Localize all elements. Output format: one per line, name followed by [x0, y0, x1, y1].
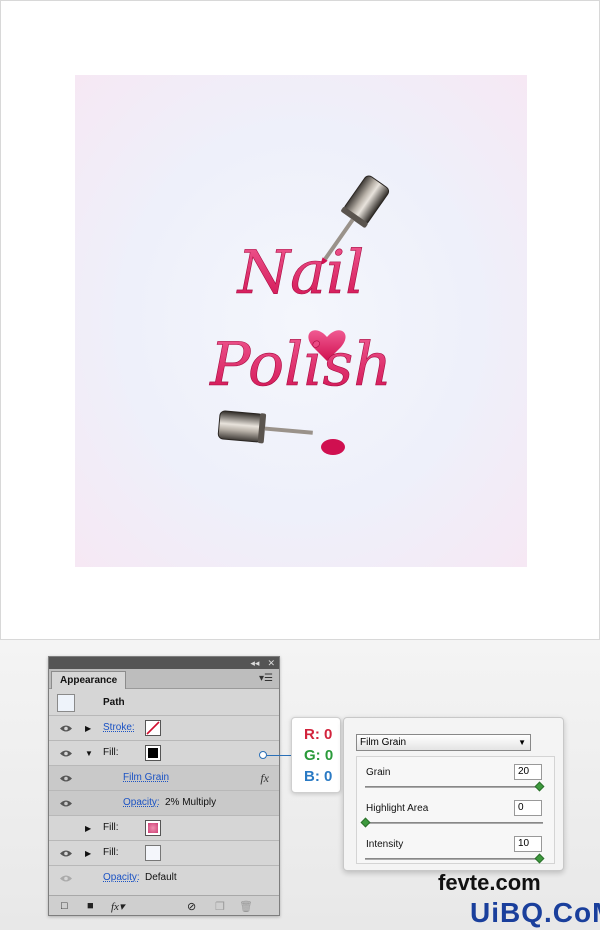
highlight-area-label: Highlight Area: [366, 803, 429, 814]
eye-icon[interactable]: [59, 724, 73, 733]
filter-dropdown[interactable]: Film Grain ▼: [356, 734, 531, 751]
duplicate-item-icon[interactable]: ❐: [215, 900, 225, 913]
expand-triangle-icon[interactable]: ▶: [85, 724, 91, 733]
bottom-brush: [217, 410, 313, 444]
fill-swatch-black[interactable]: [145, 745, 161, 761]
add-stroke-icon[interactable]: □: [61, 900, 68, 912]
opacity-label[interactable]: Opacity:: [103, 872, 140, 883]
expand-triangle-icon[interactable]: ▶: [85, 849, 91, 858]
artwork-line-2: Polish: [209, 330, 392, 400]
intensity-label: Intensity: [366, 839, 404, 850]
rgb-red: R: 0: [304, 726, 333, 743]
grain-label: Grain: [366, 767, 391, 778]
highlight-area-input[interactable]: 0: [514, 800, 542, 816]
watermark-fevte: fevte.com: [438, 870, 541, 895]
intensity-slider-track[interactable]: [365, 858, 543, 860]
watermark-uibq: UiBQ.CoM: [470, 897, 600, 928]
rgb-callout: R: 0 G: 0 B: 0: [291, 717, 341, 793]
polish-drip: [321, 439, 345, 455]
rgb-green: G: 0: [304, 747, 334, 764]
eye-icon[interactable]: [59, 799, 73, 808]
close-icon[interactable]: ✕: [267, 658, 275, 669]
row-stroke[interactable]: ▶ Stroke:: [49, 716, 279, 741]
fill-label: Fill:: [103, 847, 119, 858]
panel-titlebar: ◂◂ ✕: [49, 657, 279, 669]
collapse-triangle-icon[interactable]: ▼: [85, 749, 93, 758]
intensity-slider-thumb[interactable]: [534, 853, 545, 864]
fill-label: Fill:: [103, 747, 119, 758]
artboard: Nail Polish: [75, 75, 527, 567]
connector-line: [267, 755, 292, 756]
panel-footer: □ ■ fx▾ ⊘ ❐ 🗑: [49, 895, 279, 915]
collapse-icon[interactable]: ◂◂: [250, 658, 259, 669]
fill-swatch-pink[interactable]: [145, 820, 161, 836]
grain-slider-track[interactable]: [365, 786, 543, 788]
film-grain-options: Grain 20 Highlight Area 0 Intensity 10: [356, 756, 555, 864]
tab-appearance[interactable]: Appearance: [51, 671, 127, 689]
artwork-area: Nail Polish: [0, 0, 600, 640]
add-fill-icon[interactable]: ■: [87, 900, 94, 912]
fill-swatch-white[interactable]: [145, 845, 161, 861]
film-grain-dialog: Film Grain ▼ Grain 20 Highlight Area 0 I…: [343, 717, 564, 871]
intensity-input[interactable]: 10: [514, 836, 542, 852]
filter-dropdown-value: Film Grain: [360, 737, 407, 748]
highlight-area-slider-track[interactable]: [365, 822, 543, 824]
grain-slider-thumb[interactable]: [534, 781, 545, 792]
none-swatch-icon: [146, 721, 160, 735]
stroke-label[interactable]: Stroke:: [103, 722, 135, 733]
row-path[interactable]: Path: [49, 691, 279, 716]
eye-icon[interactable]: [59, 874, 73, 883]
fill-label: Fill:: [103, 822, 119, 833]
highlight-area-slider-thumb[interactable]: [360, 817, 371, 828]
fx-icon[interactable]: fx: [260, 771, 269, 786]
grain-input[interactable]: 20: [514, 764, 542, 780]
nail-polish-artwork: Nail Polish: [209, 175, 392, 455]
opacity-label[interactable]: Opacity:: [123, 797, 160, 808]
path-thumbnail: [57, 694, 75, 712]
row-fill-1[interactable]: ▼ Fill:: [49, 741, 279, 766]
row-fill-2[interactable]: ▶ Fill:: [49, 816, 279, 841]
row-film-grain[interactable]: Film Grain fx: [49, 766, 279, 791]
connector-dot: [259, 751, 267, 759]
clear-appearance-icon[interactable]: ⊘: [187, 900, 196, 913]
eye-icon[interactable]: [59, 849, 73, 858]
panel-menu-icon[interactable]: ▾☰: [259, 673, 273, 684]
row-opacity-1[interactable]: Opacity: 2% Multiply: [49, 791, 279, 816]
artwork-line-1: Nail: [236, 238, 365, 308]
add-effect-icon[interactable]: fx▾: [111, 900, 124, 913]
eye-icon[interactable]: [59, 749, 73, 758]
row-fill-3[interactable]: ▶ Fill:: [49, 841, 279, 866]
chevron-down-icon: ▼: [518, 738, 526, 747]
opacity-value: Default: [145, 872, 177, 883]
film-grain-label[interactable]: Film Grain: [123, 772, 169, 783]
eye-icon[interactable]: [59, 774, 73, 783]
expand-triangle-icon[interactable]: ▶: [85, 824, 91, 833]
opacity-value: 2% Multiply: [165, 797, 217, 808]
panel-tab-row: Appearance ▾☰: [49, 669, 279, 689]
delete-item-icon[interactable]: 🗑: [239, 900, 253, 913]
rgb-blue: B: 0: [304, 768, 333, 785]
stroke-swatch[interactable]: [145, 720, 161, 736]
row-opacity-2[interactable]: Opacity: Default: [49, 866, 279, 891]
appearance-panel: ◂◂ ✕ Appearance ▾☰ Path ▶ Stroke: ▼ Fill…: [48, 656, 280, 916]
path-label: Path: [103, 697, 125, 708]
